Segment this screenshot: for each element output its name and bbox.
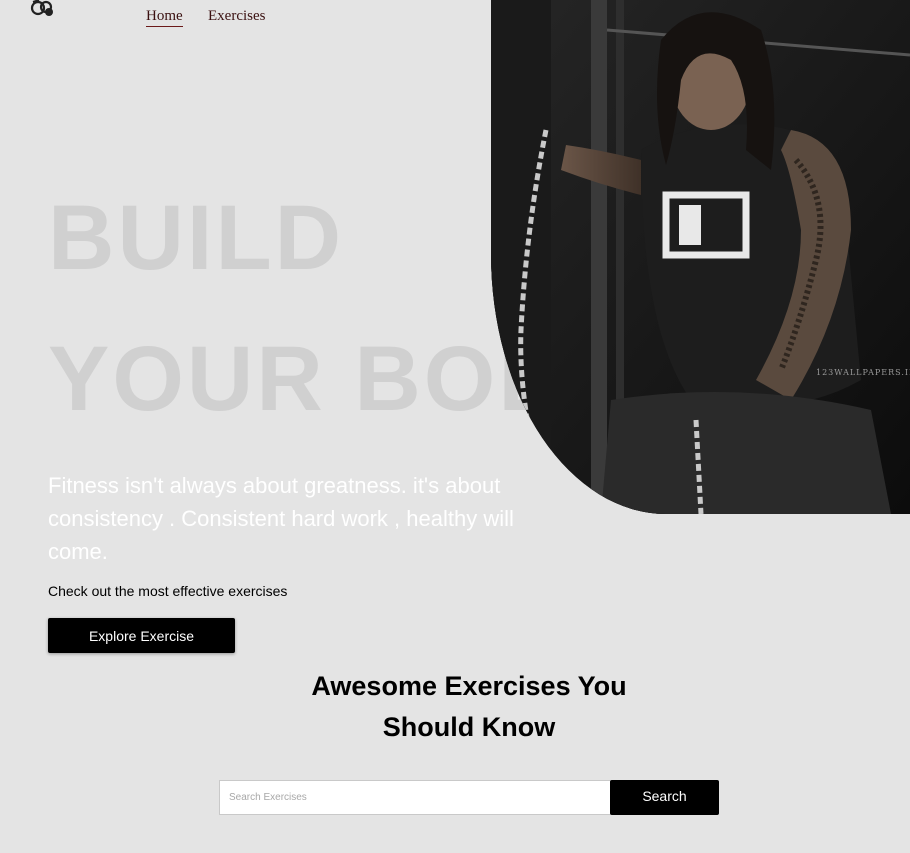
hero-headline-line-1: BUILD [48,187,345,289]
image-watermark: 123WALLPAPERS.IN [816,368,910,377]
search-exercises-input[interactable] [219,780,611,815]
exercises-section-title: Awesome Exercises You Should Know [311,671,627,742]
hero-subtext: Check out the most effective exercises [48,583,288,599]
explore-exercise-button[interactable]: Explore Exercise [48,618,235,653]
nav-exercises-link[interactable]: Exercises [208,7,265,25]
hero-tagline: Fitness isn't always about greatness. it… [48,473,514,564]
hero-banner-image: 123WALLPAPERS.IN [491,0,910,514]
nav-home-link[interactable]: Home [146,7,183,27]
dumbbell-logo-icon[interactable] [29,0,57,22]
search-button[interactable]: Search [610,780,719,815]
